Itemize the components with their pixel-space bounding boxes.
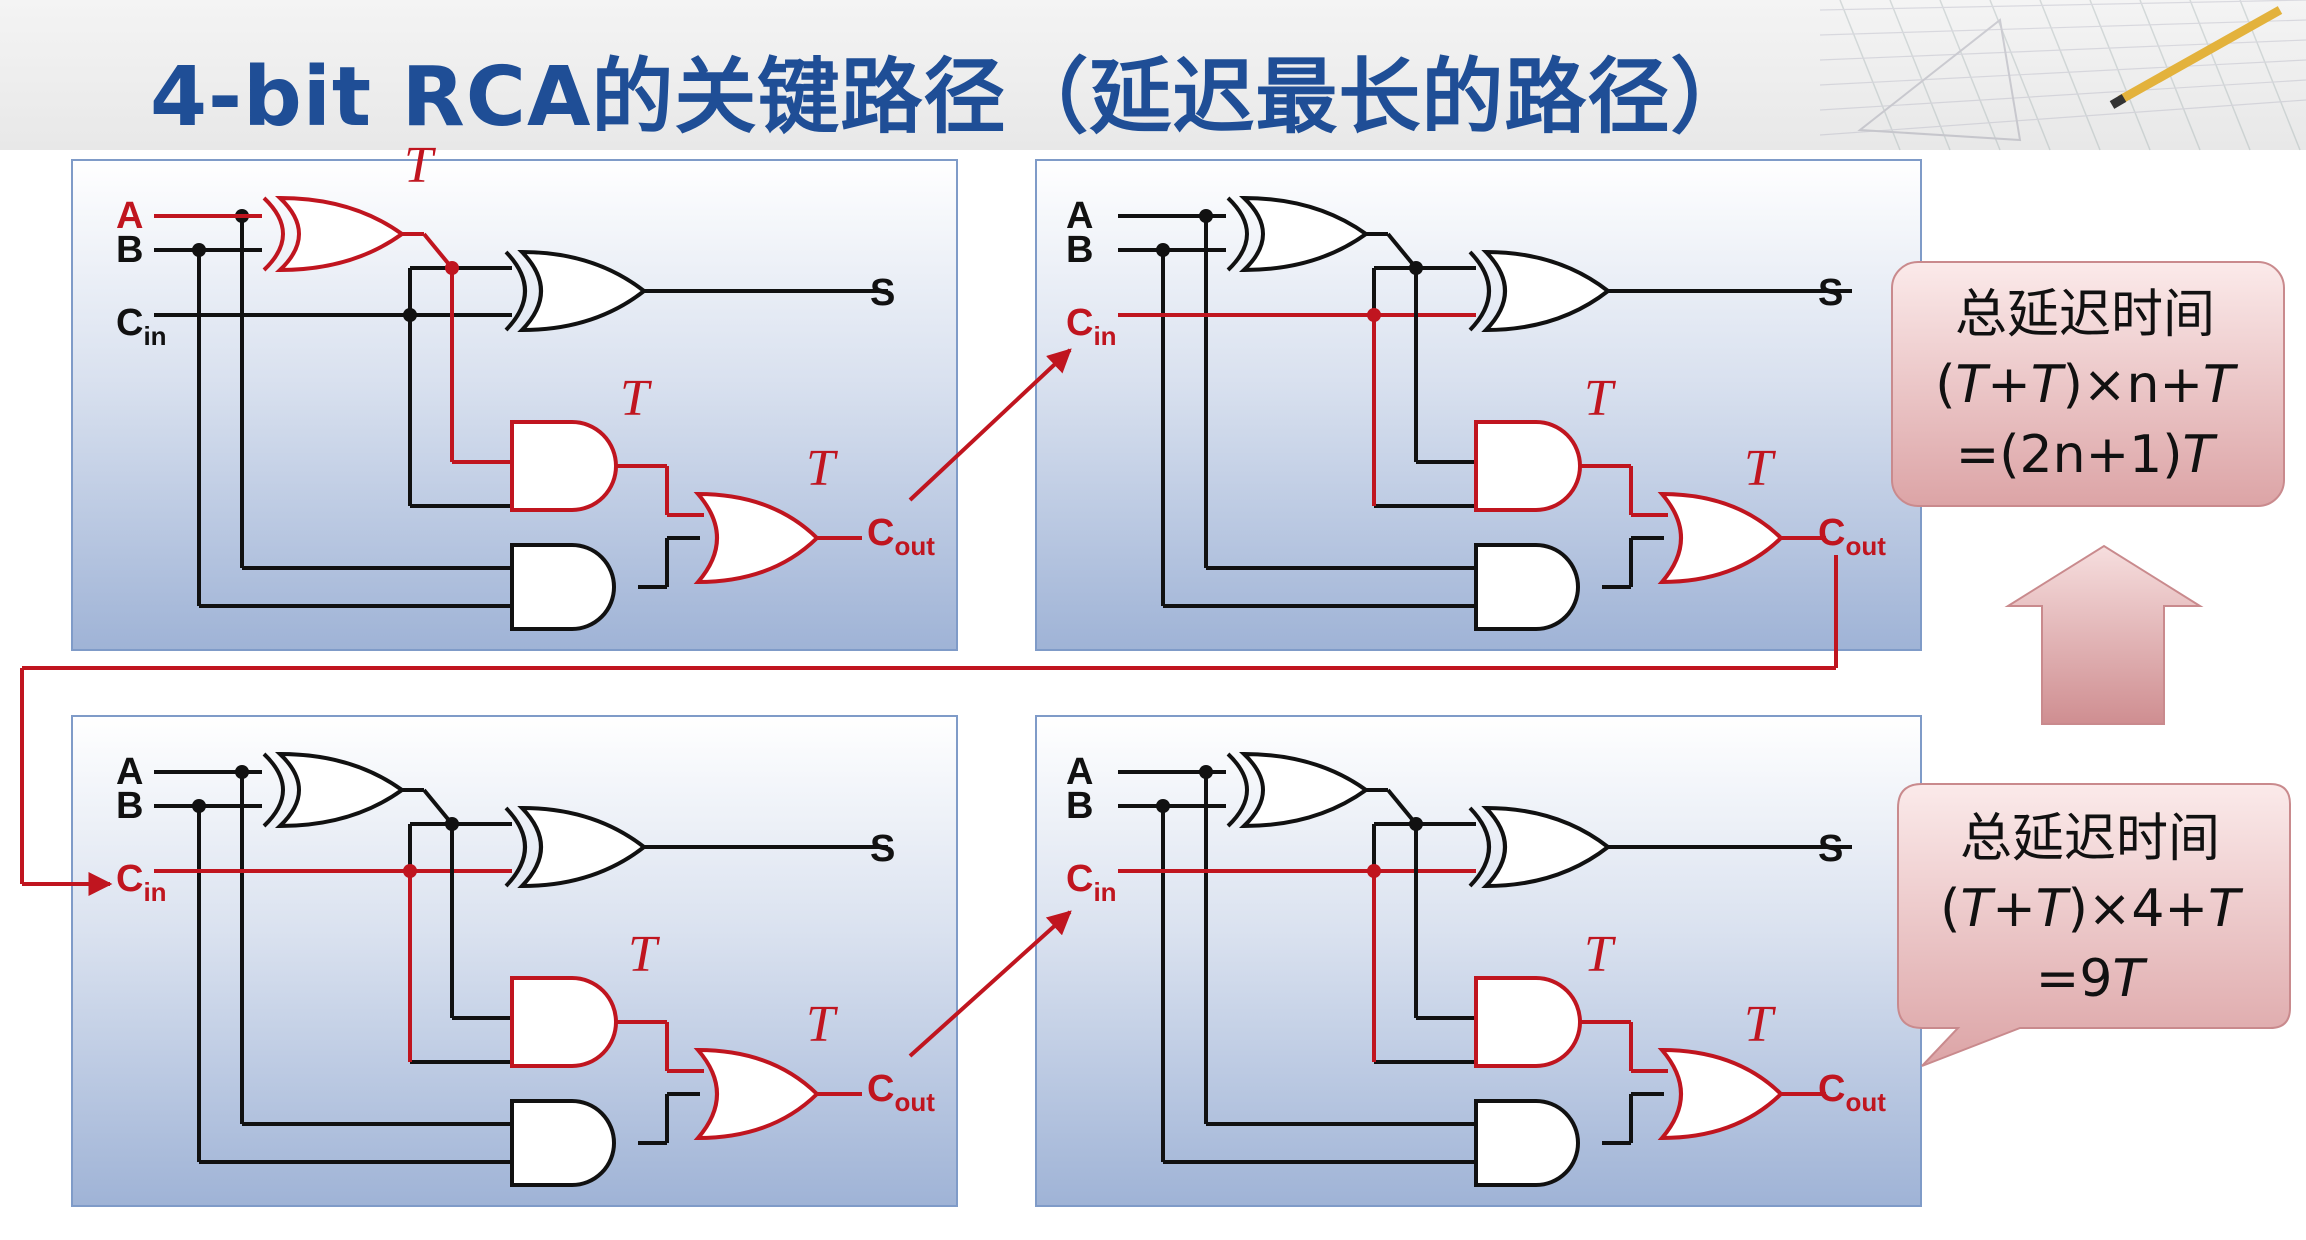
full-adder-2: [1034, 158, 1923, 652]
adder-2-node-cin: [1367, 308, 1381, 322]
callout-general: [1891, 261, 2285, 507]
adder-4-and-gate: [1474, 976, 1582, 1068]
adder-2-node-xor1: [1409, 261, 1423, 275]
adder-1-node-xor1: [445, 261, 459, 275]
adder-3-node-xor1: [445, 817, 459, 831]
adder-4-panel: [1034, 714, 1923, 1208]
adder-3-panel: [70, 714, 959, 1208]
rca-critical-path-diagram: [20, 0, 2306, 1208]
adder-3-node-cin: [403, 864, 417, 878]
adder-1-panel: [70, 158, 959, 652]
full-adder-1: [70, 158, 959, 652]
adder-4-node-xor1: [1409, 817, 1423, 831]
pencil-icon: [2109, 6, 2283, 109]
full-adder-3: [70, 714, 959, 1208]
adder-4-node-cin: [1367, 864, 1381, 878]
adder-1-and-gate: [510, 420, 618, 512]
callout-specific: [1897, 783, 2291, 1067]
drafting-tools-sketch-icon: [1819, 0, 2306, 151]
adder-3-and-gate: [510, 976, 618, 1068]
adder-2-panel: [1034, 158, 1923, 652]
up-arrow-icon: [2004, 544, 2204, 725]
full-adder-4: [1034, 714, 1923, 1208]
adder-2-and-gate: [1474, 420, 1582, 512]
